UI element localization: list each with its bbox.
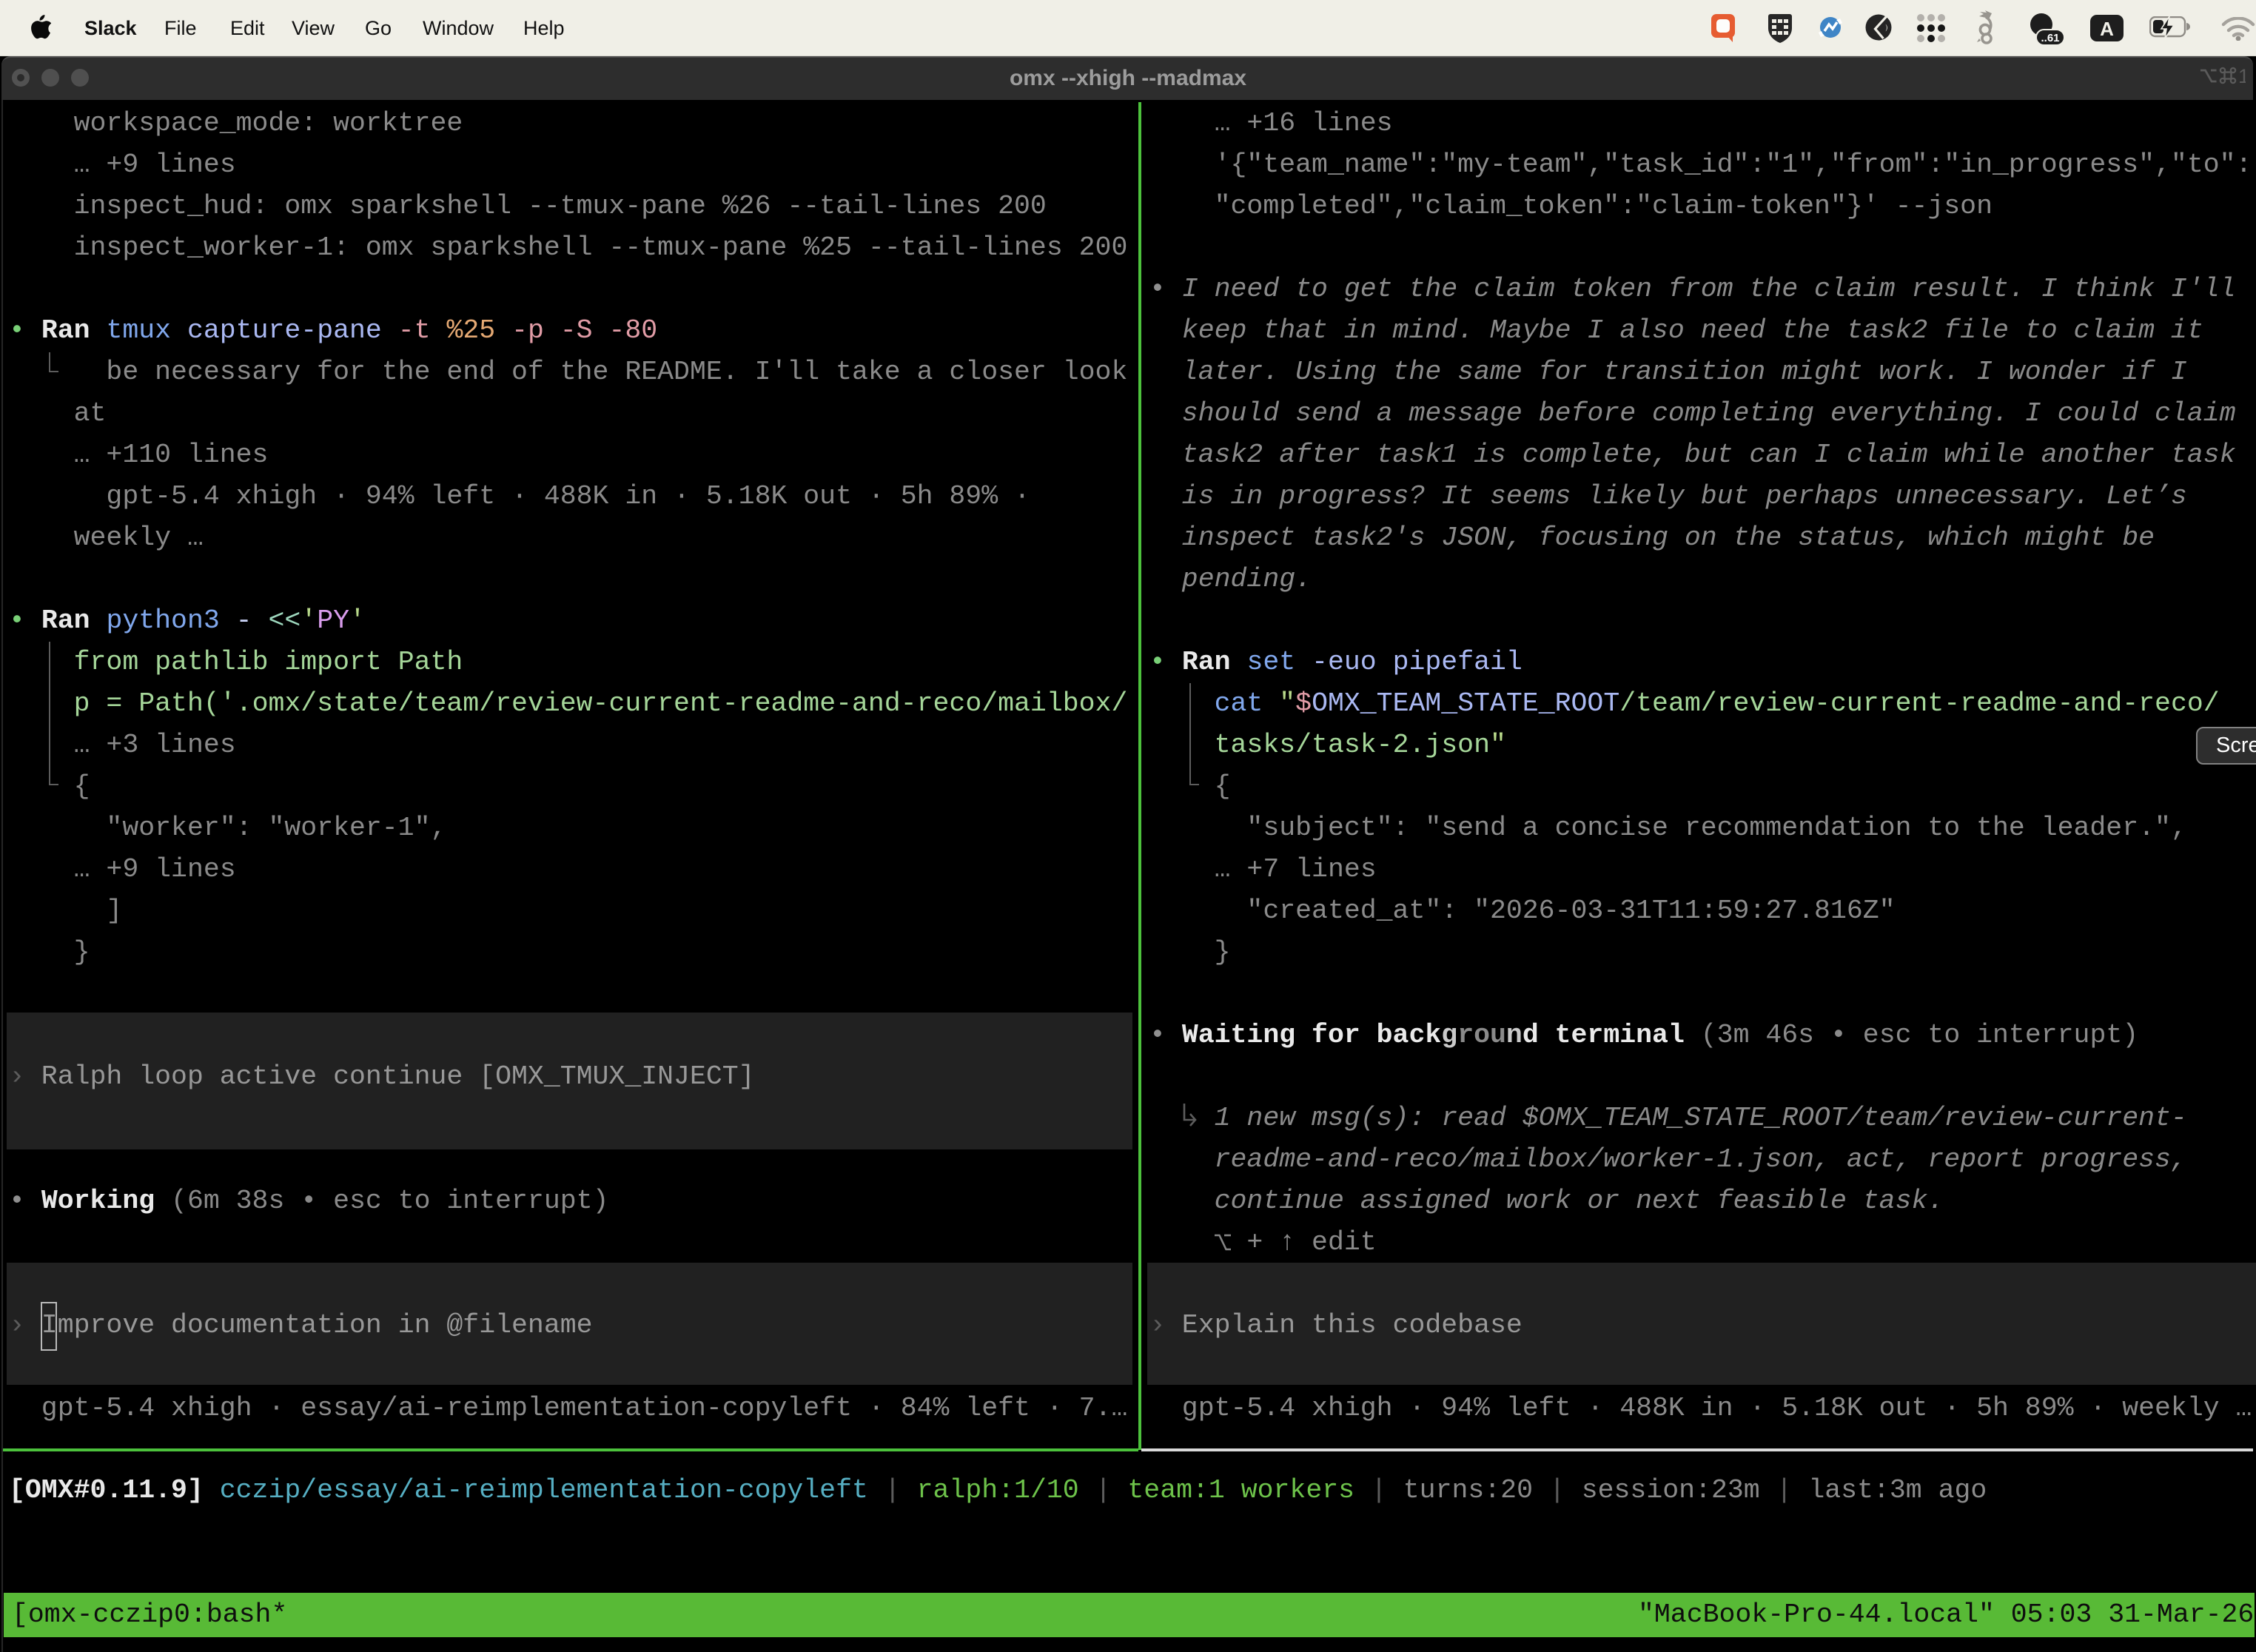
svg-text:A: A	[2100, 18, 2114, 40]
svg-text:..61: ..61	[2041, 32, 2059, 44]
svg-text:1: 1	[2238, 65, 2246, 86]
